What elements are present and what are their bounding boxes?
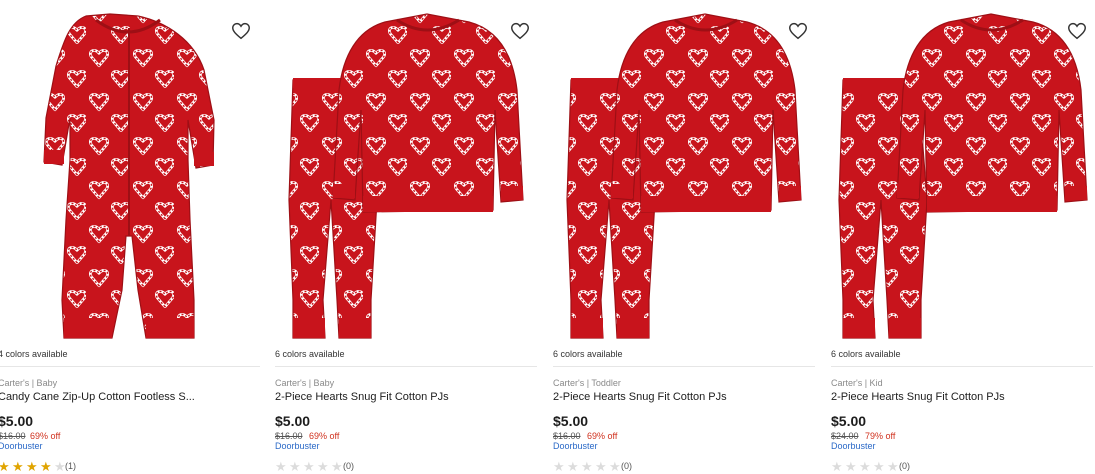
star-icon: ★ bbox=[553, 459, 565, 474]
star-rating[interactable]: ★ ★ ★ ★ ★ bbox=[275, 460, 344, 474]
star-icon: ★ bbox=[595, 459, 607, 474]
star-icon: ★ bbox=[12, 459, 24, 474]
doorbuster-badge: Doorbuster bbox=[0, 441, 43, 451]
star-rating[interactable]: ★ ★ ★ ★ ★ bbox=[831, 460, 900, 474]
star-icon: ★ bbox=[317, 459, 329, 474]
product-brand: Carter's | Baby bbox=[275, 378, 335, 388]
star-rating[interactable]: ★ ★ ★ ★ ★ bbox=[0, 460, 67, 474]
favorite-heart-icon[interactable] bbox=[787, 20, 809, 42]
product-image[interactable] bbox=[0, 0, 260, 343]
star-icon: ★ bbox=[873, 459, 885, 474]
product-title[interactable]: 2-Piece Hearts Snug Fit Cotton PJs bbox=[275, 391, 515, 403]
original-price: $16.00 bbox=[0, 431, 26, 441]
star-icon: ★ bbox=[831, 459, 843, 474]
favorite-heart-icon[interactable] bbox=[509, 20, 531, 42]
sale-price: $5.00 bbox=[553, 413, 589, 429]
product-brand: Carter's | Toddler bbox=[553, 378, 621, 388]
doorbuster-badge: Doorbuster bbox=[553, 441, 598, 451]
sale-price: $5.00 bbox=[831, 413, 867, 429]
product-image[interactable] bbox=[831, 0, 1093, 343]
doorbuster-badge: Doorbuster bbox=[831, 441, 876, 451]
colors-available[interactable]: 6 colors available bbox=[831, 349, 901, 359]
star-icon: ★ bbox=[275, 459, 287, 474]
star-icon: ★ bbox=[0, 459, 10, 474]
colors-available[interactable]: 4 colors available bbox=[0, 349, 68, 359]
divider bbox=[0, 366, 260, 367]
favorite-heart-icon[interactable] bbox=[1066, 20, 1088, 42]
product-title[interactable]: 2-Piece Hearts Snug Fit Cotton PJs bbox=[553, 391, 793, 403]
star-icon: ★ bbox=[40, 459, 52, 474]
favorite-heart-icon[interactable] bbox=[230, 20, 252, 42]
discount-label: 69% off bbox=[30, 431, 61, 441]
original-price: $16.00 bbox=[275, 431, 303, 441]
product-card[interactable]: 6 colors available Carter's | Baby 2-Pie… bbox=[275, 0, 537, 474]
product-title[interactable]: Candy Cane Zip-Up Cotton Footless S... bbox=[0, 391, 238, 403]
discount-label: 69% off bbox=[309, 431, 340, 441]
star-icon: ★ bbox=[845, 459, 857, 474]
discount-label: 69% off bbox=[587, 431, 618, 441]
colors-available[interactable]: 6 colors available bbox=[275, 349, 345, 359]
discount-label: 79% off bbox=[865, 431, 896, 441]
sale-price: $5.00 bbox=[275, 413, 311, 429]
star-icon: ★ bbox=[859, 459, 871, 474]
original-price: $16.00 bbox=[553, 431, 581, 441]
divider bbox=[275, 366, 537, 367]
star-icon: ★ bbox=[26, 459, 38, 474]
star-icon: ★ bbox=[581, 459, 593, 474]
star-icon: ★ bbox=[303, 459, 315, 474]
product-card[interactable]: 4 colors available Carter's | Baby Candy… bbox=[0, 0, 260, 474]
doorbuster-badge: Doorbuster bbox=[275, 441, 320, 451]
product-image[interactable] bbox=[553, 0, 815, 343]
divider bbox=[831, 366, 1093, 367]
review-count[interactable]: (1) bbox=[65, 461, 76, 471]
product-brand: Carter's | Kid bbox=[831, 378, 883, 388]
colors-available[interactable]: 6 colors available bbox=[553, 349, 623, 359]
product-title[interactable]: 2-Piece Hearts Snug Fit Cotton PJs bbox=[831, 391, 1071, 403]
review-count[interactable]: (0) bbox=[621, 461, 632, 471]
review-count[interactable]: (0) bbox=[899, 461, 910, 471]
product-grid: 4 colors available Carter's | Baby Candy… bbox=[0, 0, 1095, 474]
original-price: $24.00 bbox=[831, 431, 859, 441]
divider bbox=[553, 366, 815, 367]
product-brand: Carter's | Baby bbox=[0, 378, 58, 388]
star-icon: ★ bbox=[289, 459, 301, 474]
product-card[interactable]: 6 colors available Carter's | Toddler 2-… bbox=[553, 0, 815, 474]
sale-price: $5.00 bbox=[0, 413, 34, 429]
product-card[interactable]: 6 colors available Carter's | Kid 2-Piec… bbox=[831, 0, 1093, 474]
review-count[interactable]: (0) bbox=[343, 461, 354, 471]
product-image[interactable] bbox=[275, 0, 537, 343]
star-icon: ★ bbox=[567, 459, 579, 474]
star-rating[interactable]: ★ ★ ★ ★ ★ bbox=[553, 460, 622, 474]
